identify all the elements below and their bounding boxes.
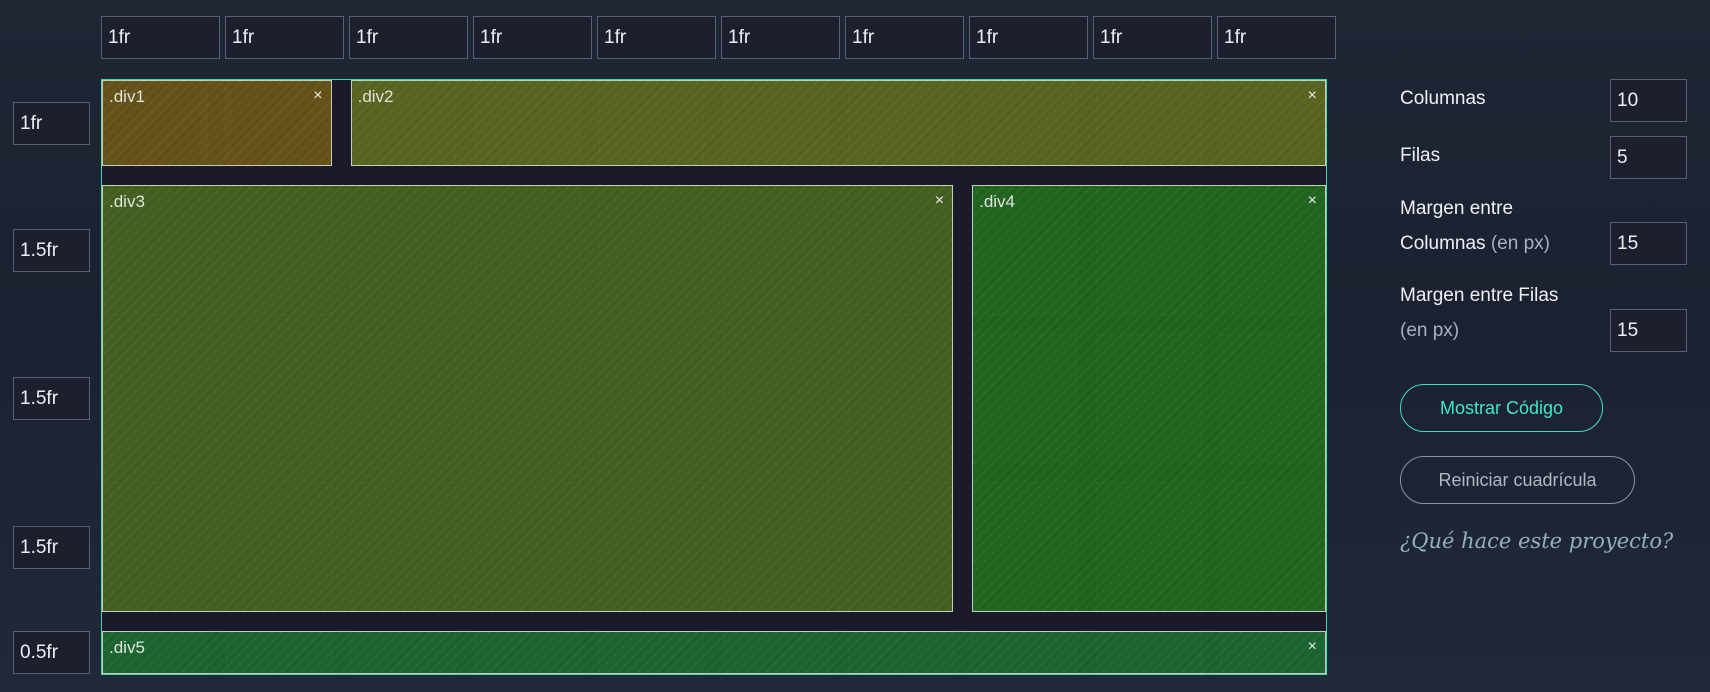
row-template-input[interactable]: 1.5fr <box>13 229 90 272</box>
column-gap-input[interactable]: 15 <box>1610 222 1687 265</box>
row-template-input[interactable]: 0.5fr <box>13 631 90 674</box>
remove-area-icon[interactable]: × <box>313 88 322 104</box>
grid-area-label: .div3 <box>109 192 145 212</box>
column-gap-label-line1: Margen entre <box>1400 198 1514 219</box>
row-gap-label: Margen entre Filas <box>1400 285 1559 306</box>
help-link[interactable]: ¿Qué hace este proyecto? <box>1400 529 1673 553</box>
columns-label: Columnas <box>1400 88 1486 109</box>
rows-input[interactable]: 5 <box>1610 136 1687 179</box>
remove-area-icon[interactable]: × <box>1308 193 1317 209</box>
column-template-input[interactable]: 1fr <box>969 16 1088 59</box>
column-template-input[interactable]: 1fr <box>1217 16 1336 59</box>
column-gap-unit: (en px) <box>1490 233 1550 254</box>
grid-area[interactable]: .div4 × <box>972 185 1326 612</box>
remove-area-icon[interactable]: × <box>1308 638 1317 655</box>
remove-area-icon[interactable]: × <box>1308 88 1317 104</box>
column-gap-label: Columnas <box>1400 233 1486 254</box>
rows-label: Filas <box>1400 145 1441 166</box>
row-template-input[interactable]: 1.5fr <box>13 526 90 569</box>
column-template-input[interactable]: 1fr <box>349 16 468 59</box>
column-template-input[interactable]: 1fr <box>1093 16 1212 59</box>
remove-area-icon[interactable]: × <box>935 193 944 209</box>
column-template-input[interactable]: 1fr <box>101 16 220 59</box>
column-template-input[interactable]: 1fr <box>473 16 592 59</box>
grid-area[interactable]: .div1 × <box>102 80 332 167</box>
grid-area-label: .div4 <box>979 192 1016 212</box>
column-template-input[interactable]: 1fr <box>597 16 716 59</box>
column-template-input[interactable]: 1fr <box>225 16 344 59</box>
reset-grid-button[interactable]: Reiniciar cuadrícula <box>1400 456 1635 504</box>
column-template-input[interactable]: 1fr <box>845 16 964 59</box>
show-code-button[interactable]: Mostrar Código <box>1400 384 1603 432</box>
columns-input[interactable]: 10 <box>1610 79 1687 122</box>
column-gap-label-line2: Columnas (en px) <box>1400 233 1550 255</box>
grid-area-label: .div5 <box>109 637 145 657</box>
row-template-input[interactable]: 1fr <box>13 102 90 145</box>
column-template-input[interactable]: 1fr <box>721 16 840 59</box>
row-gap-unit-line: (en px) <box>1400 320 1459 342</box>
grid-canvas[interactable]: .div1 × .div2 × .div3 × .div4 × .div5 × <box>101 79 1327 675</box>
row-template-input[interactable]: 1.5fr <box>13 377 90 420</box>
row-gap-input[interactable]: 15 <box>1610 309 1687 352</box>
grid-area-label: .div1 <box>109 87 145 106</box>
grid-area-label: .div2 <box>357 87 394 106</box>
grid-area[interactable]: .div2 × <box>350 80 1326 167</box>
grid-area[interactable]: .div3 × <box>102 185 954 612</box>
grid-area[interactable]: .div5 × <box>102 630 1326 674</box>
row-gap-unit: (en px) <box>1400 320 1460 341</box>
